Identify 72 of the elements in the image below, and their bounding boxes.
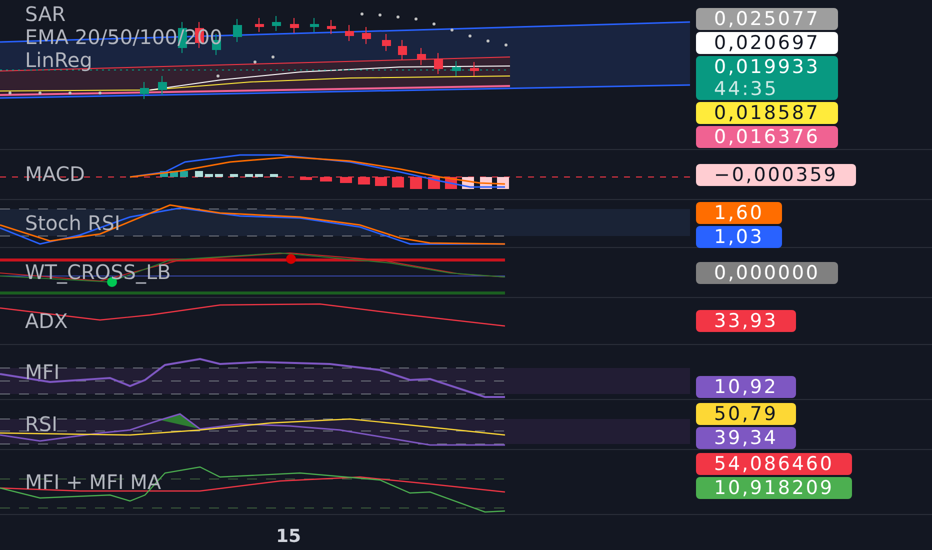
- sar-dot: [38, 92, 42, 94]
- candlestick: [452, 60, 461, 76]
- sar-dot: [378, 14, 382, 16]
- price-value: 0,000000: [714, 262, 820, 284]
- cross-dot: [286, 254, 296, 264]
- candlestick: [398, 40, 407, 60]
- sar-dot: [486, 40, 490, 42]
- price-value: 1,60: [714, 202, 764, 224]
- sar-dot: [468, 34, 472, 38]
- sar-dot: [98, 92, 102, 94]
- price-value: 10,92: [714, 376, 778, 398]
- price-value: 33,93: [714, 310, 778, 332]
- indicator-legend[interactable]: LinReg: [25, 49, 222, 72]
- sar-dot: [216, 74, 220, 78]
- indicator-legend[interactable]: MFI: [25, 360, 60, 384]
- candlestick: [272, 16, 281, 32]
- overbought-fill: [160, 414, 200, 429]
- candlestick: [158, 76, 167, 96]
- sar-dot: [396, 16, 400, 18]
- histogram-bar: [300, 177, 312, 180]
- sar-dot: [254, 60, 256, 64]
- candlestick: [140, 82, 149, 100]
- price-value: 0,018587: [714, 102, 820, 124]
- sar-dot: [68, 92, 72, 94]
- histogram-bar: [375, 177, 387, 186]
- price-value: 0,019933: [714, 56, 820, 78]
- sar-dot: [432, 22, 436, 26]
- histogram-bar: [358, 177, 370, 184]
- indicator-legend[interactable]: RSI: [25, 413, 58, 436]
- histogram-bar: [215, 174, 223, 177]
- candlestick: [233, 18, 242, 42]
- histogram-bar: [410, 177, 422, 189]
- sar-dot: [272, 56, 274, 58]
- histogram-bar: [392, 177, 404, 188]
- indicator-legend[interactable]: MACD: [25, 163, 85, 186]
- price-value: 0,016376: [714, 126, 820, 148]
- candlestick: [470, 62, 479, 76]
- histogram-bar: [245, 174, 253, 177]
- histogram-bar: [270, 174, 278, 177]
- histogram-bar: [195, 171, 203, 177]
- price-value: 50,79: [714, 403, 778, 425]
- histogram-bar: [320, 177, 332, 182]
- price-value: 39,34: [714, 427, 778, 449]
- histogram-bar: [230, 174, 238, 177]
- candlestick: [290, 18, 299, 34]
- sar-dot: [504, 44, 508, 46]
- price-value: 54,086460: [714, 453, 834, 475]
- sar-dot: [414, 18, 418, 20]
- candlestick: [345, 24, 354, 42]
- sar-dot: [360, 12, 364, 16]
- bar-countdown: 44:35: [714, 78, 780, 100]
- price-value: 0,020697: [714, 32, 820, 54]
- indicator-legend[interactable]: SAR: [25, 3, 222, 26]
- candlestick: [327, 20, 336, 34]
- price-value: 10,918209: [714, 477, 834, 499]
- candlestick: [310, 18, 319, 32]
- sar-dot: [8, 92, 12, 94]
- candlestick: [434, 52, 443, 74]
- candlestick: [362, 26, 371, 44]
- time-axis-label: 15: [276, 525, 302, 549]
- price-value: 0,025077: [714, 8, 820, 30]
- sar-dot: [450, 28, 454, 32]
- candlestick: [382, 34, 391, 52]
- candlestick: [255, 18, 264, 32]
- candlestick: [417, 48, 426, 66]
- indicator-legend[interactable]: ADX: [25, 310, 68, 332]
- histogram-bar: [205, 174, 213, 177]
- histogram-bar: [255, 174, 263, 177]
- histogram-bar: [180, 171, 188, 177]
- price-value: −0,000359: [714, 164, 838, 186]
- price-value: 1,03: [714, 226, 764, 248]
- histogram-bar: [340, 177, 352, 183]
